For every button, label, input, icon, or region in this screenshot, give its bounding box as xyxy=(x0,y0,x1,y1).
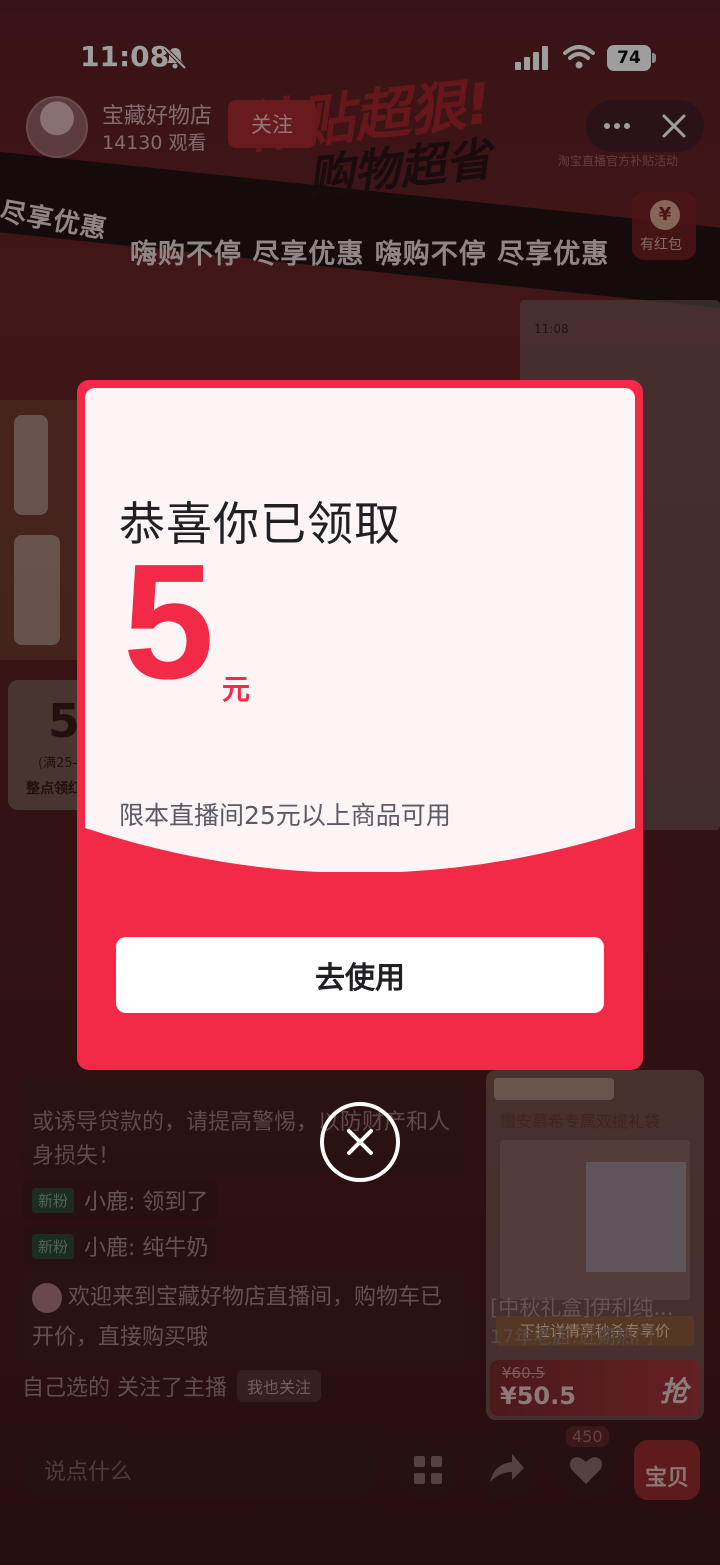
modal-close-button[interactable] xyxy=(320,1102,400,1182)
coupon-amount-value: 5 xyxy=(123,530,215,713)
coupon-amount-unit: 元 xyxy=(222,673,251,706)
close-icon xyxy=(347,1129,373,1155)
coupon-modal: 恭喜你已领取 5 元 限本直播间25元以上商品可用 去使用 xyxy=(77,380,643,1070)
modal-curve-decoration xyxy=(85,828,635,872)
coupon-modal-card: 恭喜你已领取 5 元 限本直播间25元以上商品可用 xyxy=(85,388,635,872)
use-coupon-button[interactable]: 去使用 xyxy=(116,937,604,1013)
coupon-condition-text: 限本直播间25元以上商品可用 xyxy=(119,801,451,830)
